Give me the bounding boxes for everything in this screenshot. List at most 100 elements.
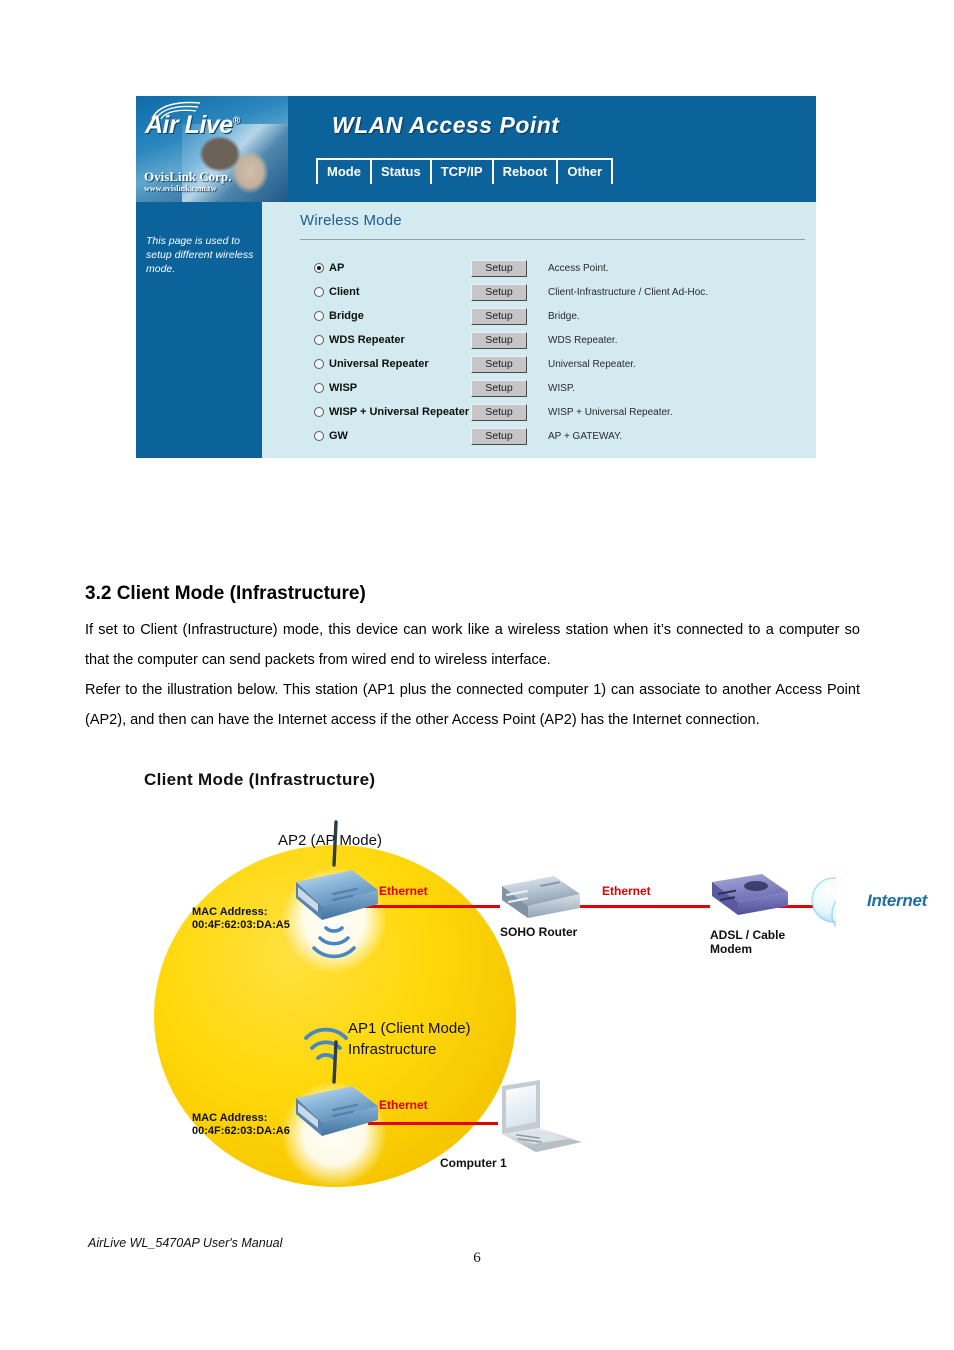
mode-row-client[interactable]: Client Setup Client-Infrastructure / Cli… (262, 280, 816, 304)
tab-mode[interactable]: Mode (316, 160, 372, 184)
setup-button-gw[interactable]: Setup (471, 427, 527, 445)
router-ui-header: Air Live® OvisLink Corp. www.ovislink.co… (136, 96, 816, 202)
section-heading: 3.2 Client Mode (Infrastructure) (85, 583, 366, 604)
radio-universal-repeater[interactable] (314, 359, 324, 369)
mode-label-wds-repeater: WDS Repeater (329, 334, 405, 346)
mode-description-universal-repeater: Universal Repeater. (548, 358, 636, 370)
mode-radio-cell-ap[interactable]: AP (314, 262, 344, 274)
tab-tcpip[interactable]: TCP/IP (432, 160, 494, 184)
mode-row-wisp-universal-repeater[interactable]: WISP + Universal Repeater Setup WISP + U… (262, 400, 816, 424)
ethernet-link-modem-to-internet (778, 905, 824, 908)
ap1-mac-value: 00:4F:62:03:DA:A6 (192, 1125, 290, 1137)
mode-radio-cell-wisp-universal-repeater[interactable]: WISP + Universal Repeater (314, 406, 469, 418)
airlive-logo-panel: Air Live® OvisLink Corp. www.ovislink.co… (136, 96, 288, 202)
tab-other[interactable]: Other (558, 160, 614, 184)
internet-cloud-label: Internet (867, 891, 927, 910)
ap1-label-line2: Infrastructure (348, 1041, 437, 1058)
section-body: If set to Client (Infrastructure) mode, … (85, 615, 860, 735)
adsl-modem-label-line2: Modem (710, 942, 752, 956)
ap2-label: AP2 (AP Mode) (278, 832, 382, 849)
ethernet-label-3: Ethernet (379, 1098, 428, 1112)
mode-radio-cell-wds-repeater[interactable]: WDS Repeater (314, 334, 405, 346)
radio-wisp-universal-repeater[interactable] (314, 407, 324, 417)
mode-description-wisp-universal-repeater: WISP + Universal Repeater. (548, 406, 673, 418)
router-ui-title: WLAN Access Point (332, 112, 560, 138)
paragraph-1: If set to Client (Infrastructure) mode, … (85, 622, 860, 668)
setup-button-bridge[interactable]: Setup (471, 307, 527, 325)
ap1-mac-address: MAC Address: 00:4F:62:03:DA:A6 (192, 1112, 290, 1138)
ap2-glow (282, 868, 386, 972)
mode-label-bridge: Bridge (329, 310, 364, 322)
mode-row-universal-repeater[interactable]: Universal Repeater Setup Universal Repea… (262, 352, 816, 376)
mode-row-bridge[interactable]: Bridge Setup Bridge. (262, 304, 816, 328)
setup-button-wds-repeater[interactable]: Setup (471, 331, 527, 349)
network-topology-diagram: Client Mode (Infrastructure) AP2 (AP Mod… (136, 760, 927, 1200)
registered-mark-icon: ® (232, 115, 240, 127)
router-ui-main-panel: Wireless Mode AP Setup Access Point. Cli… (262, 202, 816, 458)
mode-description-bridge: Bridge. (548, 310, 580, 322)
ethernet-link-router-to-modem (574, 905, 710, 908)
setup-button-ap[interactable]: Setup (471, 259, 527, 277)
mode-radio-cell-client[interactable]: Client (314, 286, 360, 298)
setup-button-universal-repeater[interactable]: Setup (471, 355, 527, 373)
ap2-mac-address: MAC Address: 00:4F:62:03:DA:A5 (192, 906, 290, 932)
mode-radio-cell-gw[interactable]: GW (314, 430, 348, 442)
company-name: OvisLink Corp. (144, 169, 232, 184)
router-ui-tab-bar: Mode Status TCP/IP Reboot Other (316, 158, 614, 184)
mode-label-wisp: WISP (329, 382, 358, 394)
mode-description-gw: AP + GATEWAY. (548, 430, 623, 442)
mode-row-gw[interactable]: GW Setup AP + GATEWAY. (262, 424, 816, 448)
mode-label-universal-repeater: Universal Repeater (329, 358, 429, 370)
adsl-modem-label: ADSL / Cable Modem (710, 928, 785, 956)
diagram-title: Client Mode (Infrastructure) (144, 770, 376, 789)
radio-wds-repeater[interactable] (314, 335, 324, 345)
brand-name: Air Live (145, 111, 233, 139)
mode-description-wisp: WISP. (548, 382, 576, 394)
footer-page-number: 6 (473, 1250, 481, 1266)
sidebar-help-text: This page is used to setup different wir… (146, 235, 254, 275)
radio-wisp[interactable] (314, 383, 324, 393)
mode-description-client: Client-Infrastructure / Client Ad-Hoc. (548, 286, 709, 298)
ap1-label-line1: AP1 (Client Mode) (348, 1020, 471, 1037)
router-ui-sidebar: This page is used to setup different wir… (136, 202, 262, 458)
ethernet-link-ap1-to-computer (368, 1122, 498, 1125)
computer-label: Computer 1 (440, 1156, 507, 1170)
setup-button-wisp[interactable]: Setup (471, 379, 527, 397)
ethernet-label-2: Ethernet (602, 884, 651, 898)
ap1-label: AP1 (Client Mode) Infrastructure (348, 1018, 471, 1060)
router-admin-screenshot: Air Live® OvisLink Corp. www.ovislink.co… (136, 96, 816, 458)
paragraph-2: Refer to the illustration below. This st… (85, 682, 860, 728)
mode-label-ap: AP (329, 262, 345, 274)
mode-label-wisp-universal-repeater: WISP + Universal Repeater (329, 406, 470, 418)
mode-description-ap: Access Point. (548, 262, 609, 274)
setup-button-wisp-universal-repeater[interactable]: Setup (471, 403, 527, 421)
footer-manual-title: AirLive WL_5470AP User's Manual (88, 1236, 283, 1250)
mode-row-wds-repeater[interactable]: WDS Repeater Setup WDS Repeater. (262, 328, 816, 352)
radio-ap[interactable] (314, 263, 324, 273)
panel-title: Wireless Mode (300, 212, 402, 229)
brand-logo-text: Air Live® (145, 111, 240, 140)
wireless-mode-list: AP Setup Access Point. Client Setup Clie… (262, 256, 816, 448)
internet-cloud (811, 877, 836, 928)
mode-row-wisp[interactable]: WISP Setup WISP. (262, 376, 816, 400)
router-ui-body: This page is used to setup different wir… (136, 202, 816, 458)
radio-client[interactable] (314, 287, 324, 297)
ap1-glow (282, 1082, 386, 1186)
mode-row-ap[interactable]: AP Setup Access Point. (262, 256, 816, 280)
soho-router-label: SOHO Router (500, 925, 578, 939)
tab-status[interactable]: Status (372, 160, 432, 184)
mode-radio-cell-universal-repeater[interactable]: Universal Repeater (314, 358, 429, 370)
mode-description-wds-repeater: WDS Repeater. (548, 334, 618, 346)
radio-gw[interactable] (314, 431, 324, 441)
mode-label-client: Client (329, 286, 360, 298)
radio-bridge[interactable] (314, 311, 324, 321)
tab-reboot[interactable]: Reboot (494, 160, 559, 184)
mode-radio-cell-wisp[interactable]: WISP (314, 382, 357, 394)
setup-button-client[interactable]: Setup (471, 283, 527, 301)
ap2-mac-caption: MAC Address: (192, 906, 268, 918)
mode-label-gw: GW (329, 430, 348, 442)
ap2-mac-value: 00:4F:62:03:DA:A5 (192, 919, 290, 931)
company-website: www.ovislink.com.tw (144, 184, 217, 193)
adsl-modem-label-line1: ADSL / Cable (710, 928, 786, 942)
mode-radio-cell-bridge[interactable]: Bridge (314, 310, 364, 322)
